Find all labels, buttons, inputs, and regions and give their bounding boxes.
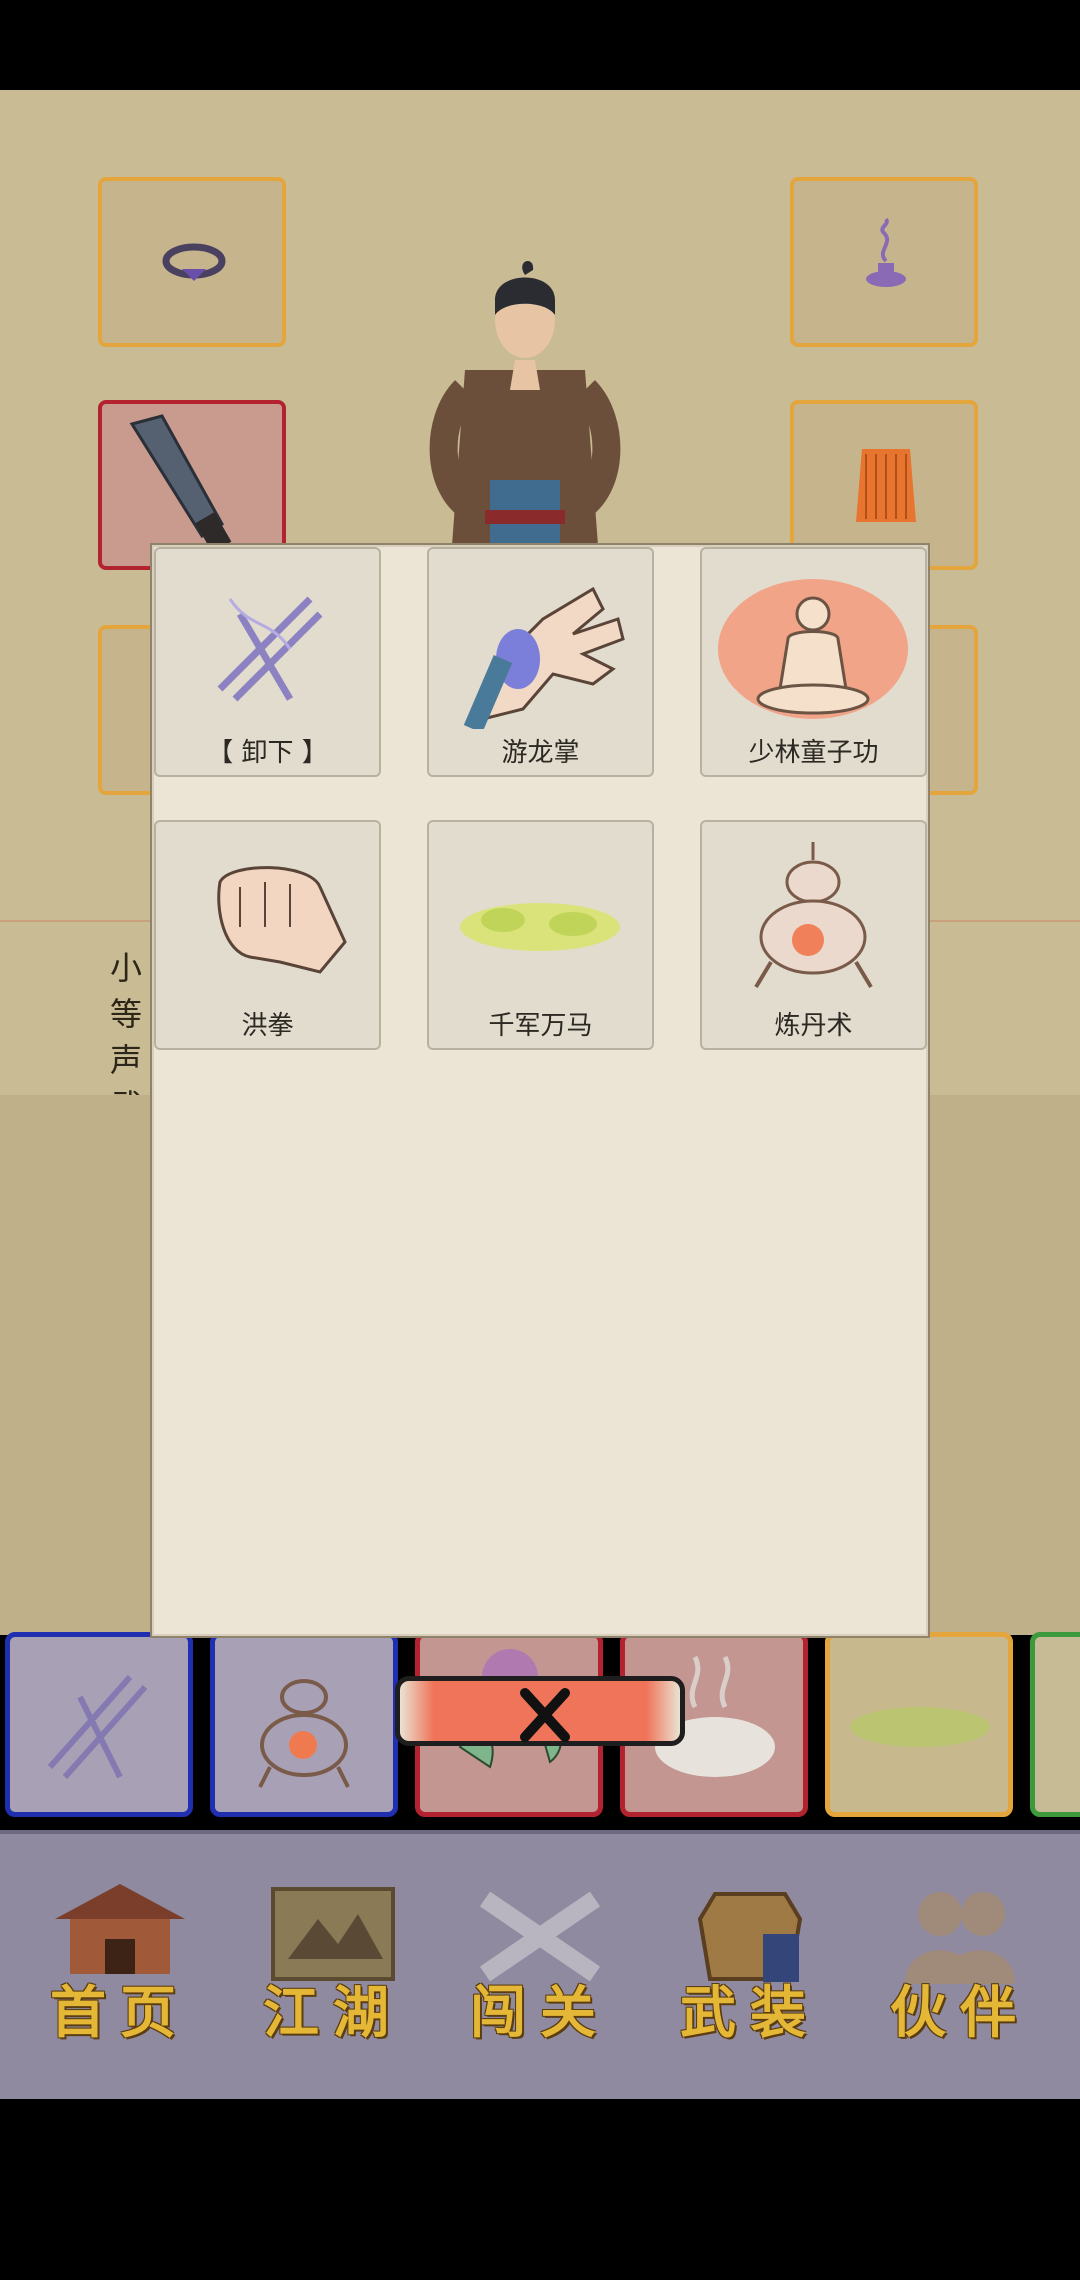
bottom-nav: 首页 江湖 闯关 武装 伙伴 — [0, 1830, 1080, 2099]
crossed-sticks-icon — [47, 1675, 148, 1779]
skill-label: 游龙掌 — [501, 738, 580, 768]
nav-challenge[interactable]: 闯关 — [455, 1879, 625, 2049]
nav-jianghu[interactable]: 江湖 — [248, 1879, 418, 2049]
skill-hong-fist[interactable]: 洪拳 — [154, 820, 381, 1050]
nav-label: 武装 — [680, 1980, 820, 2046]
alchemy-furnace-icon — [258, 1679, 350, 1788]
skill-shaolin-tongzi[interactable]: 少林童子功 — [700, 547, 927, 777]
alchemy-furnace-icon — [754, 842, 873, 989]
army-icon — [850, 1707, 990, 1747]
crossed-sticks-icon — [217, 596, 323, 702]
skill-label: 【 卸下 】 — [207, 738, 328, 768]
inventory-slot-5[interactable] — [825, 1632, 1013, 1817]
armor-skirt-icon — [856, 449, 916, 522]
skill-youlong-palm[interactable]: 游龙掌 — [427, 547, 654, 777]
nav-label: 江湖 — [263, 1980, 403, 2046]
inventory-slot-2[interactable] — [210, 1632, 398, 1817]
equip-slot-ring[interactable] — [98, 177, 286, 347]
broadsword-icon — [129, 414, 232, 553]
skill-unequip[interactable]: 【 卸下 】 — [154, 547, 381, 777]
nav-label: 闯关 — [470, 1980, 610, 2046]
nav-partner[interactable]: 伙伴 — [875, 1879, 1045, 2049]
nav-equipment[interactable]: 武装 — [665, 1879, 835, 2049]
close-button[interactable] — [395, 1676, 685, 1746]
inventory-slot-6[interactable] — [1030, 1632, 1080, 1817]
skill-qianjun-wanma[interactable]: 千军万马 — [427, 820, 654, 1050]
fist-icon — [217, 866, 347, 974]
skill-label: 炼丹术 — [774, 1011, 853, 1041]
palm-strike-icon — [463, 586, 625, 729]
army-icon — [460, 903, 620, 951]
incense-icon — [866, 217, 906, 287]
ring-icon — [162, 243, 226, 281]
skill-label: 千军万马 — [488, 1011, 593, 1041]
close-icon — [520, 1688, 570, 1742]
nav-label: 伙伴 — [890, 1980, 1030, 2046]
equip-slot-incense[interactable] — [790, 177, 978, 347]
skill-label: 少林童子功 — [748, 738, 879, 768]
nav-label: 首页 — [50, 1980, 190, 2046]
meditating-monk-icon — [718, 579, 908, 719]
nav-home[interactable]: 首页 — [35, 1879, 205, 2049]
skill-select-modal: 【 卸下 】 游龙掌 少林童子功 洪拳 千军万马 炼丹术 — [150, 543, 930, 1638]
skill-alchemy[interactable]: 炼丹术 — [700, 820, 927, 1050]
inventory-slot-1[interactable] — [5, 1632, 193, 1817]
skill-label: 洪拳 — [241, 1011, 294, 1041]
